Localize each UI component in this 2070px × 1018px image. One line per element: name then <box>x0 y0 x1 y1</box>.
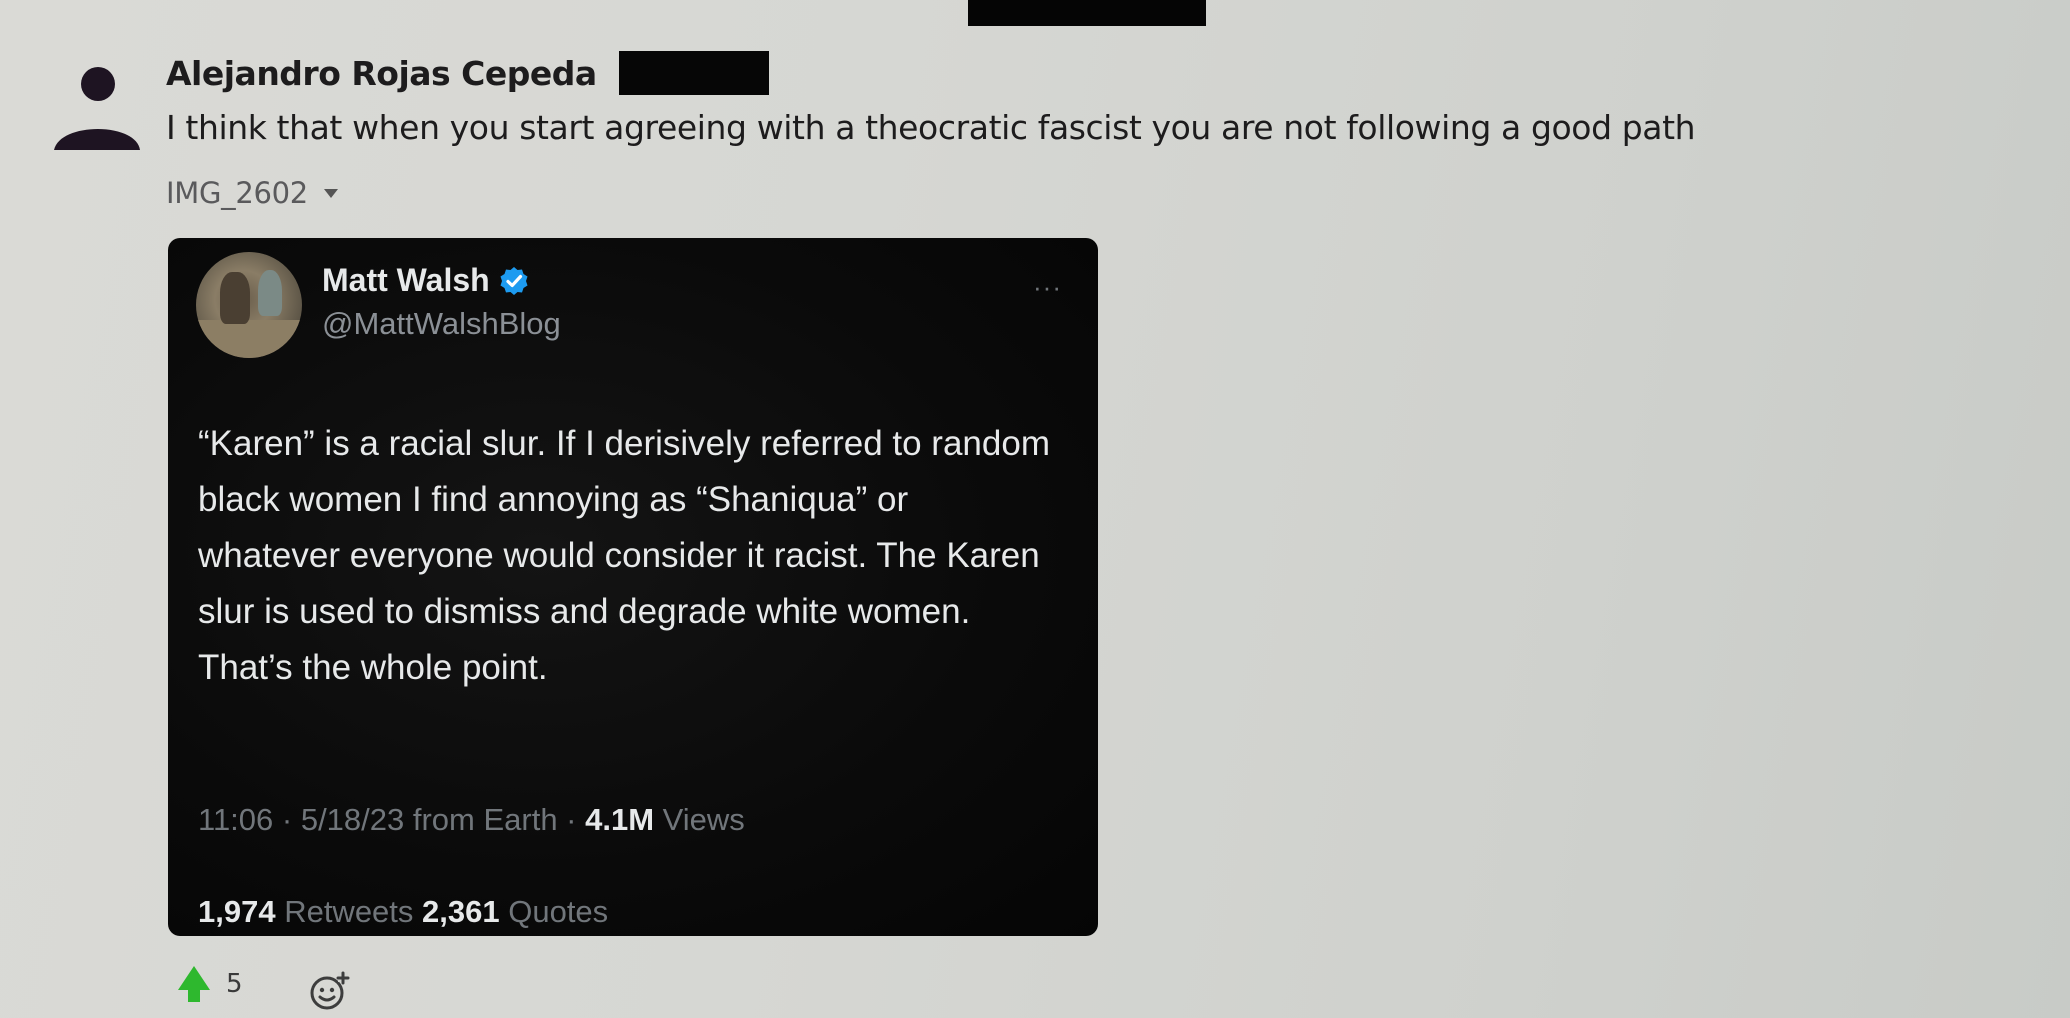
tweet-author-handle: @MattWalshBlog <box>322 306 561 341</box>
tweet-meta: 11:06 · 5/18/23 from Earth · 4.1M Views <box>198 802 745 838</box>
author-name[interactable]: Alejandro Rojas Cepeda <box>166 54 597 93</box>
green-triangle-up-icon <box>178 966 210 1002</box>
tweet-retweets-count: 1,974 <box>198 894 276 929</box>
tweet-timestamp: 11:06 · 5/18/23 from Earth · <box>198 802 586 837</box>
tweet-quotes-count: 2,361 <box>422 894 500 929</box>
tweet-retweets-label: Retweets <box>275 894 423 929</box>
tweet-name-row: Matt Walsh <box>322 262 530 299</box>
tweet-quotes-label: Quotes <box>499 894 609 929</box>
redaction-bar-top <box>968 0 1206 26</box>
message-header: Alejandro Rojas Cepeda <box>166 50 769 96</box>
attachment-toggle[interactable]: IMG_2602 <box>166 176 338 210</box>
add-reaction-icon[interactable] <box>308 970 350 1012</box>
tweet-body-text: “Karen” is a racial slur. If I derisivel… <box>198 424 1050 687</box>
tweet-views-count: 4.1M <box>585 802 655 837</box>
attachment-name: IMG_2602 <box>166 176 308 210</box>
redaction-bar-name <box>618 51 769 95</box>
tweet-author-avatar <box>196 252 302 358</box>
default-user-avatar-icon[interactable] <box>52 64 142 154</box>
tweet-stats: 1,974 Retweets 2,361 Quotes <box>198 894 608 930</box>
tweet-views-label: Views <box>654 802 745 837</box>
verified-badge-icon <box>500 266 528 295</box>
chevron-down-icon[interactable] <box>323 188 338 198</box>
message-text: I think that when you start agreeing wit… <box>166 108 1696 147</box>
attached-image-tweet-screenshot[interactable]: Matt Walsh @MattWalshBlog ··· “Karen” is… <box>168 238 1098 936</box>
more-options-icon: ··· <box>1033 272 1062 302</box>
reaction-pill[interactable]: 5 <box>176 964 243 1004</box>
reaction-count: 5 <box>226 969 243 999</box>
tweet-author-name: Matt Walsh <box>322 262 490 298</box>
